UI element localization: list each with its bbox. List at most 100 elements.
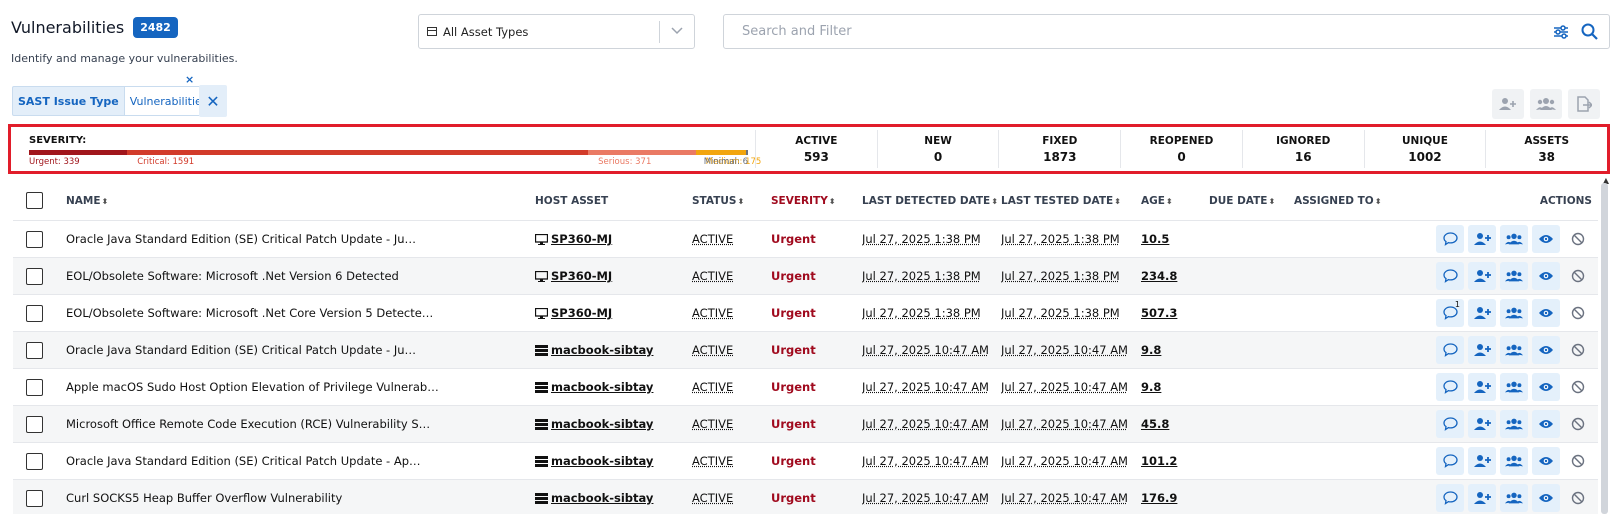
comment-button[interactable]: 1 — [1436, 299, 1464, 327]
assign-user-button[interactable] — [1468, 225, 1496, 253]
clear-filters-button[interactable]: ✕ — [199, 85, 227, 117]
severity-segment-minimal[interactable] — [746, 150, 748, 155]
stat-ignored[interactable]: IGNORED 16 — [1242, 130, 1364, 168]
table-row[interactable]: EOL/Obsolete Software: Microsoft .Net Ve… — [13, 258, 1598, 295]
col-last-tested[interactable]: LAST TESTED DATE⬍ — [1001, 195, 1141, 207]
col-name[interactable]: NAME⬍ — [66, 195, 535, 207]
age-link[interactable]: 507.3 — [1141, 306, 1209, 320]
host-asset-link[interactable]: SP360-MJ — [535, 232, 692, 246]
ignore-button[interactable] — [1564, 299, 1592, 327]
stat-new[interactable]: NEW 0 — [877, 130, 999, 168]
assign-user-button[interactable] — [1492, 89, 1524, 119]
age-link[interactable]: 9.8 — [1141, 343, 1209, 357]
vuln-name[interactable]: Oracle Java Standard Edition (SE) Critic… — [66, 454, 535, 468]
stat-reopened[interactable]: REOPENED 0 — [1120, 130, 1242, 168]
host-asset-link[interactable]: macbook-sibtay — [535, 454, 692, 468]
col-due[interactable]: DUE DATE⬍ — [1209, 195, 1294, 207]
assign-user-button[interactable] — [1468, 336, 1496, 364]
view-button[interactable] — [1532, 299, 1560, 327]
table-row[interactable]: EOL/Obsolete Software: Microsoft .Net Co… — [13, 295, 1598, 332]
age-link[interactable]: 10.5 — [1141, 232, 1209, 246]
comment-button[interactable] — [1436, 410, 1464, 438]
stat-unique[interactable]: UNIQUE 1002 — [1364, 130, 1486, 168]
vuln-name[interactable]: Curl SOCKS5 Heap Buffer Overflow Vulnera… — [66, 491, 535, 505]
row-checkbox[interactable] — [26, 416, 43, 433]
col-status[interactable]: STATUS⬍ — [692, 195, 771, 207]
row-checkbox[interactable] — [26, 231, 43, 248]
table-row[interactable]: Oracle Java Standard Edition (SE) Critic… — [13, 332, 1598, 369]
age-link[interactable]: 176.9 — [1141, 491, 1209, 505]
vuln-name[interactable]: Apple macOS Sudo Host Option Elevation o… — [66, 380, 535, 394]
severity-segment-serious[interactable] — [588, 150, 695, 155]
assign-user-button[interactable] — [1468, 447, 1496, 475]
comment-button[interactable] — [1436, 373, 1464, 401]
ignore-button[interactable] — [1564, 336, 1592, 364]
vuln-name[interactable]: Oracle Java Standard Edition (SE) Critic… — [66, 343, 535, 357]
assign-group-button[interactable] — [1500, 262, 1528, 290]
host-asset-link[interactable]: macbook-sibtay — [535, 343, 692, 357]
view-button[interactable] — [1532, 447, 1560, 475]
assign-group-button[interactable] — [1500, 410, 1528, 438]
host-asset-link[interactable]: macbook-sibtay — [535, 491, 692, 505]
export-button[interactable] — [1568, 89, 1600, 119]
view-button[interactable] — [1532, 373, 1560, 401]
table-row[interactable]: Curl SOCKS5 Heap Buffer Overflow Vulnera… — [13, 480, 1598, 514]
severity-segment-urgent[interactable] — [29, 150, 127, 155]
view-button[interactable] — [1532, 410, 1560, 438]
age-link[interactable]: 9.8 — [1141, 380, 1209, 394]
severity-segment-critical[interactable] — [127, 150, 588, 155]
assign-group-button[interactable] — [1500, 336, 1528, 364]
vuln-name[interactable]: EOL/Obsolete Software: Microsoft .Net Ve… — [66, 269, 535, 283]
age-link[interactable]: 234.8 — [1141, 269, 1209, 283]
assign-group-button[interactable] — [1500, 299, 1528, 327]
view-button[interactable] — [1532, 262, 1560, 290]
row-checkbox[interactable] — [26, 490, 43, 507]
host-asset-link[interactable]: macbook-sibtay — [535, 380, 692, 394]
asset-type-select[interactable]: All Asset Types — [418, 14, 695, 49]
search-icon[interactable] — [1575, 23, 1603, 40]
comment-button[interactable] — [1436, 484, 1464, 512]
row-checkbox[interactable] — [26, 305, 43, 322]
assign-user-button[interactable] — [1468, 410, 1496, 438]
assign-user-button[interactable] — [1468, 484, 1496, 512]
comment-button[interactable] — [1436, 336, 1464, 364]
assign-group-button[interactable] — [1500, 484, 1528, 512]
table-row[interactable]: Apple macOS Sudo Host Option Elevation o… — [13, 369, 1598, 406]
filter-chip[interactable]: SAST Issue Type Vulnerabilities — [12, 86, 214, 116]
row-checkbox[interactable] — [26, 453, 43, 470]
chip-remove-icon[interactable]: × — [185, 73, 194, 86]
assign-user-button[interactable] — [1468, 262, 1496, 290]
ignore-button[interactable] — [1564, 225, 1592, 253]
assign-group-button[interactable] — [1530, 89, 1562, 119]
comment-button[interactable] — [1436, 262, 1464, 290]
vuln-name[interactable]: EOL/Obsolete Software: Microsoft .Net Co… — [66, 306, 535, 320]
comment-button[interactable] — [1436, 447, 1464, 475]
search-filter-box[interactable] — [723, 14, 1610, 49]
host-asset-link[interactable]: SP360-MJ — [535, 269, 692, 283]
search-input[interactable] — [742, 24, 1547, 39]
ignore-button[interactable] — [1564, 373, 1592, 401]
assign-group-button[interactable] — [1500, 225, 1528, 253]
vuln-name[interactable]: Oracle Java Standard Edition (SE) Critic… — [66, 232, 535, 246]
col-severity[interactable]: SEVERITY⬍ — [771, 195, 862, 207]
assign-group-button[interactable] — [1500, 447, 1528, 475]
ignore-button[interactable] — [1564, 447, 1592, 475]
vertical-scrollbar[interactable] — [1601, 183, 1608, 514]
col-age[interactable]: AGE⬍ — [1141, 195, 1209, 207]
ignore-button[interactable] — [1564, 484, 1592, 512]
vuln-name[interactable]: Microsoft Office Remote Code Execution (… — [66, 417, 535, 431]
ignore-button[interactable] — [1564, 410, 1592, 438]
col-assigned[interactable]: ASSIGNED TO⬍ — [1294, 195, 1434, 207]
row-checkbox[interactable] — [26, 268, 43, 285]
comment-button[interactable] — [1436, 225, 1464, 253]
age-link[interactable]: 45.8 — [1141, 417, 1209, 431]
host-asset-link[interactable]: macbook-sibtay — [535, 417, 692, 431]
host-asset-link[interactable]: SP360-MJ — [535, 306, 692, 320]
assign-group-button[interactable] — [1500, 373, 1528, 401]
table-row[interactable]: Oracle Java Standard Edition (SE) Critic… — [13, 443, 1598, 480]
select-all-checkbox[interactable] — [26, 192, 43, 209]
row-checkbox[interactable] — [26, 379, 43, 396]
ignore-button[interactable] — [1564, 262, 1592, 290]
row-checkbox[interactable] — [26, 342, 43, 359]
assign-user-button[interactable] — [1468, 299, 1496, 327]
